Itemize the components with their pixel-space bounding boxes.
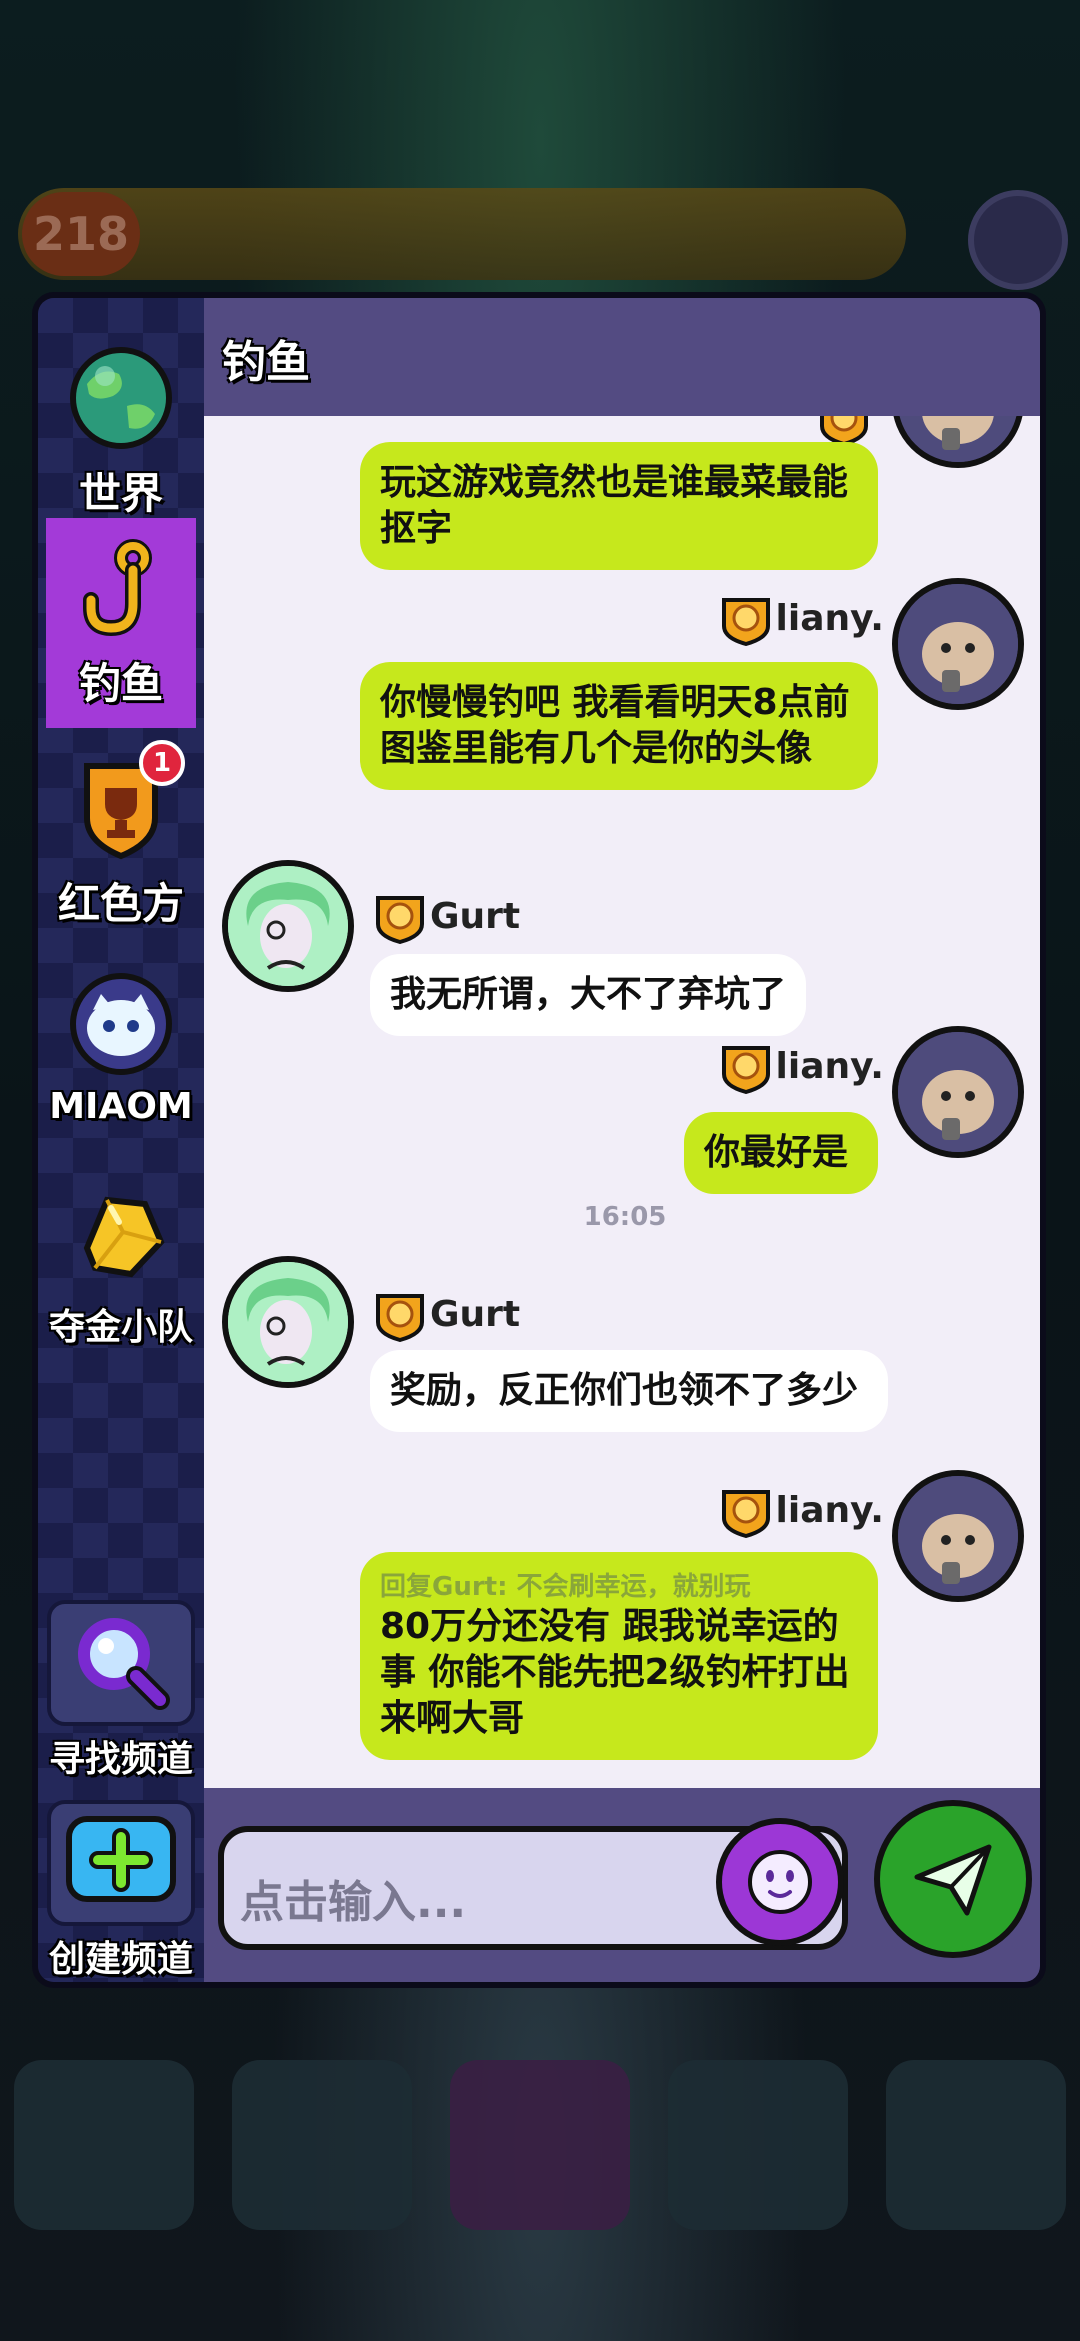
avatar[interactable]: [222, 1256, 354, 1388]
globe-icon: [67, 344, 175, 452]
channel-title: 钓鱼: [222, 337, 310, 388]
background-level-badge: 218: [22, 192, 140, 276]
sender-name: liany.: [775, 597, 884, 639]
sidebar-item-world[interactable]: 世界: [46, 328, 196, 538]
rank-badge-icon: [721, 1046, 770, 1094]
paper-plane-icon: [914, 1844, 992, 1916]
message-list[interactable]: 玩这游戏竟然也是谁最菜最能抠字 liany. 你慢慢钓吧 我看看明天8点前图鉴里…: [204, 416, 1040, 1788]
unread-badge: 1: [139, 740, 185, 786]
channel-sidebar: 世界 钓鱼 1 红色方 MIAOM 夺金小队 寻找频道 创建频道: [38, 298, 204, 1982]
emoji-button[interactable]: [716, 1818, 844, 1946]
message-text: 你最好是: [704, 1132, 849, 1173]
avatar[interactable]: [892, 416, 1024, 468]
message-text: 奖励，反正你们也领不了多少: [390, 1370, 859, 1411]
sender-name-row: Gurt: [370, 1286, 590, 1342]
timestamp: 16:05: [583, 1202, 667, 1232]
background-nav-item: [232, 2060, 412, 2230]
background-nav-item: [886, 2060, 1066, 2230]
message-bubble[interactable]: 你最好是: [684, 1112, 878, 1194]
sidebar-item-miaom[interactable]: MIAOM: [46, 954, 196, 1164]
trophy-shield-icon: 1: [67, 740, 185, 862]
sidebar-item-red-team[interactable]: 1 红色方: [46, 738, 196, 948]
sidebar-item-label: MIAOM: [49, 1086, 193, 1127]
avatar[interactable]: [892, 578, 1024, 710]
message-text: 玩这游戏竟然也是谁最菜最能抠字: [380, 462, 849, 549]
background-profile-circle: [968, 190, 1068, 290]
plus-icon: [47, 1800, 195, 1926]
fishing-hook-icon: [67, 534, 175, 642]
ghost-cat-icon: [67, 970, 175, 1078]
sidebar-item-label: 夺金小队: [48, 1307, 193, 1348]
message-bubble[interactable]: 玩这游戏竟然也是谁最菜最能抠字: [360, 442, 878, 570]
background-nav-item: [668, 2060, 848, 2230]
rank-badge-icon: [376, 896, 424, 944]
magnifier-icon: [47, 1600, 195, 1726]
chat-panel: 世界 钓鱼 1 红色方 MIAOM 夺金小队 寻找频道 创建频道 钓鱼 玩这游戏…: [32, 292, 1046, 1988]
sender-name-row: liany.: [664, 1038, 884, 1094]
rank-badge-icon: [376, 1294, 424, 1342]
create-channel-button[interactable]: 创建频道: [38, 1800, 204, 1982]
sidebar-item-label: 世界: [78, 469, 163, 518]
rank-badge-icon: [721, 1490, 770, 1538]
avatar[interactable]: [892, 1026, 1024, 1158]
create-channel-label: 创建频道: [48, 1939, 193, 1980]
message-text: 我无所谓，大不了弃坑了: [390, 974, 787, 1015]
message-bubble[interactable]: 我无所谓，大不了弃坑了: [370, 954, 807, 1036]
sidebar-item-label: 钓鱼: [78, 659, 163, 708]
sender-name: Gurt: [430, 895, 521, 937]
find-channel-button[interactable]: 寻找频道: [38, 1600, 204, 1790]
sender-name: Gurt: [430, 1293, 521, 1335]
emoji-face-icon: [748, 1850, 812, 1914]
avatar[interactable]: [892, 1470, 1024, 1602]
message-bubble[interactable]: 回复Gurt: 不会刷幸运，就别玩 80万分还没有 跟我说幸运的事 你能不能先把…: [360, 1552, 878, 1760]
background-nav-item: [14, 2060, 194, 2230]
input-placeholder: 点击输入...: [240, 1877, 467, 1928]
message-text: 80万分还没有 跟我说幸运的事 你能不能先把2级钓杆打出来啊大哥: [380, 1606, 850, 1739]
avatar[interactable]: [222, 860, 354, 992]
sender-name: liany.: [775, 1045, 884, 1087]
gold-nugget-icon: [67, 1182, 175, 1290]
find-channel-label: 寻找频道: [48, 1739, 193, 1780]
sender-name: liany.: [775, 1489, 884, 1531]
background-nav-item: [450, 2060, 630, 2230]
sidebar-item-label: 红色方: [57, 879, 184, 928]
sidebar-item-fishing[interactable]: 钓鱼: [46, 518, 196, 728]
sender-name-row: liany.: [664, 1482, 884, 1538]
background-banner: [18, 188, 906, 280]
reply-quote: 回复Gurt: 不会刷幸运，就别玩: [380, 1572, 751, 1602]
sidebar-item-gold-squad[interactable]: 夺金小队: [46, 1166, 196, 1376]
rank-badge-icon: [721, 598, 770, 646]
chat-header: 钓鱼: [204, 298, 1040, 416]
sender-name-row: liany.: [664, 590, 884, 646]
message-bubble[interactable]: 奖励，反正你们也领不了多少: [370, 1350, 888, 1432]
input-bar: 点击输入...: [204, 1788, 1040, 1982]
message-text: 你慢慢钓吧 我看看明天8点前图鉴里能有几个是你的头像: [380, 682, 850, 769]
message-bubble[interactable]: 你慢慢钓吧 我看看明天8点前图鉴里能有几个是你的头像: [360, 662, 878, 790]
send-button[interactable]: [874, 1800, 1032, 1958]
sender-name-row: Gurt: [370, 888, 590, 944]
